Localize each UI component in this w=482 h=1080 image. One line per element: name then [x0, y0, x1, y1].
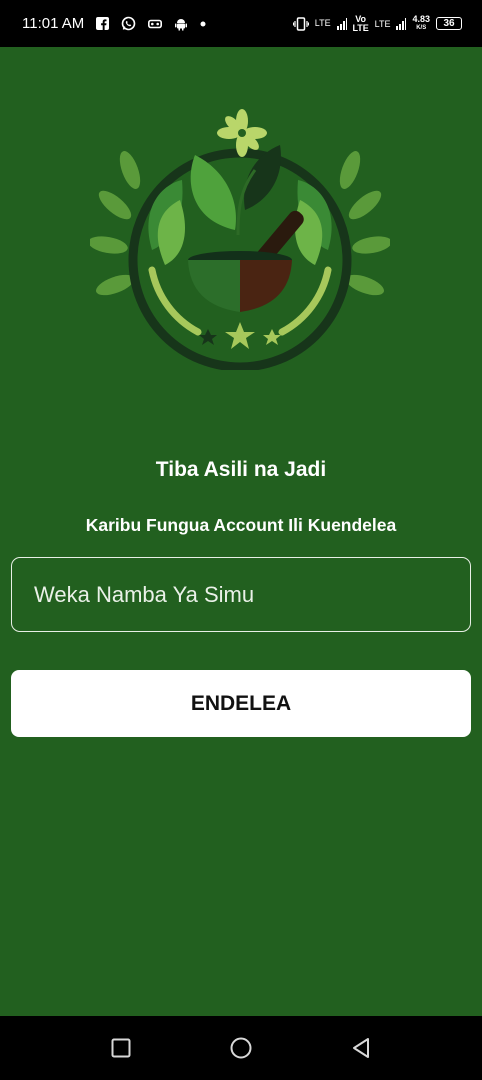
continue-button[interactable]: ENDELEA: [11, 670, 471, 737]
square-icon: [111, 1038, 131, 1058]
network-speed: 4.83 K/S: [412, 13, 430, 33]
lte-label-3: LTE: [374, 18, 391, 29]
mortar-bowl-icon: [188, 251, 292, 312]
app-subtitle: Karibu Fungua Account Ili Kuendelea: [85, 515, 397, 535]
lte-label-1: LTE: [314, 18, 331, 28]
status-bar: 11:01 AM LTE Vo LTE LTE 4.83 K/S 36: [0, 0, 482, 47]
vibrate-icon: [292, 16, 309, 31]
herb-leaves-icon: [148, 145, 332, 265]
notification-dot-icon: [200, 21, 206, 27]
phone-number-input[interactable]: [32, 580, 436, 609]
status-left: 11:01 AM: [22, 15, 206, 32]
vr-glasses-icon: [148, 19, 163, 29]
whatsapp-icon: [121, 16, 136, 31]
android-icon: [174, 17, 188, 31]
continue-button-label: ENDELEA: [190, 691, 292, 715]
home-button[interactable]: [229, 1036, 253, 1060]
signal-bars-icon-1: [336, 17, 347, 30]
circle-icon: [230, 1037, 252, 1059]
stars-icon: [199, 322, 281, 349]
back-triangle-icon: [353, 1038, 369, 1058]
battery-level: 36: [443, 18, 455, 29]
facebook-icon: [96, 17, 110, 30]
app-logo: [90, 109, 390, 370]
signal-lte-icon-2: LTE: [375, 19, 391, 29]
phone-number-field[interactable]: [11, 557, 471, 632]
volte-icon: Vo LTE: [352, 13, 369, 33]
lte-label-2: Vo LTE: [352, 13, 369, 33]
signal-bars-icon-2: [396, 17, 407, 30]
status-time: 11:01 AM: [22, 15, 85, 32]
network-speed-value: 4.83: [412, 13, 430, 24]
navigation-bar: [0, 1016, 482, 1080]
status-right: LTE Vo LTE LTE 4.83 K/S 36: [292, 13, 462, 33]
back-button[interactable]: [349, 1036, 373, 1060]
signal-lte-icon-1: LTE: [315, 19, 331, 28]
app-title: Tiba Asili na Jadi: [155, 458, 327, 481]
battery-icon: 36: [436, 17, 462, 30]
recent-apps-button[interactable]: [109, 1036, 133, 1060]
network-speed-unit: K/S: [416, 24, 427, 31]
